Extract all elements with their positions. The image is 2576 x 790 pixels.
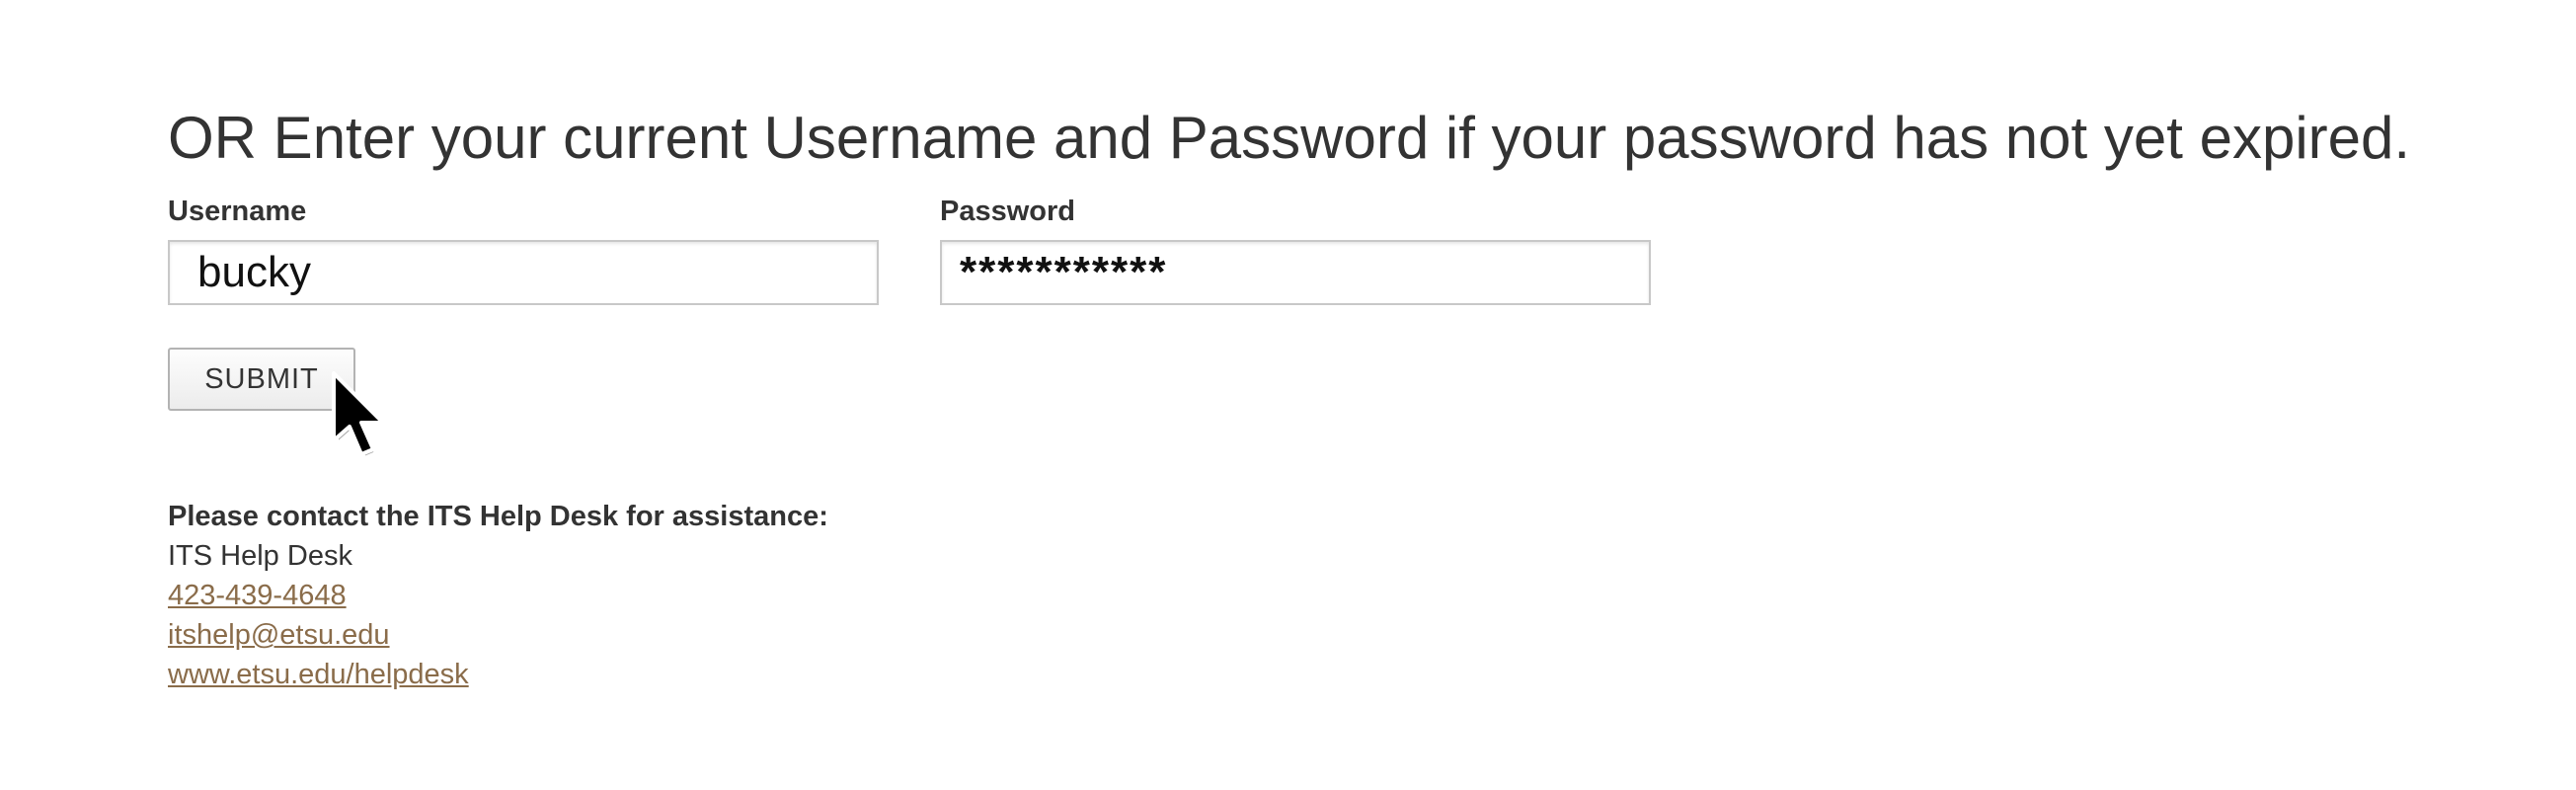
help-desk-name: ITS Help Desk xyxy=(168,540,352,572)
username-field[interactable] xyxy=(168,240,879,305)
username-label: Username xyxy=(168,196,307,227)
contact-heading: Please contact the ITS Help Desk for ass… xyxy=(168,501,828,532)
password-field[interactable] xyxy=(940,240,1651,305)
password-label: Password xyxy=(940,196,1075,227)
website-link[interactable]: www.etsu.edu/helpdesk xyxy=(168,655,469,694)
help-desk-contact: Please contact the ITS Help Desk for ass… xyxy=(168,497,828,694)
password-expiry-page: OR Enter your current Username and Passw… xyxy=(0,0,2576,790)
phone-link[interactable]: 423-439-4648 xyxy=(168,576,347,615)
form-heading: OR Enter your current Username and Passw… xyxy=(168,105,2411,171)
mouse-pointer-icon xyxy=(332,371,388,460)
email-link[interactable]: itshelp@etsu.edu xyxy=(168,615,390,655)
